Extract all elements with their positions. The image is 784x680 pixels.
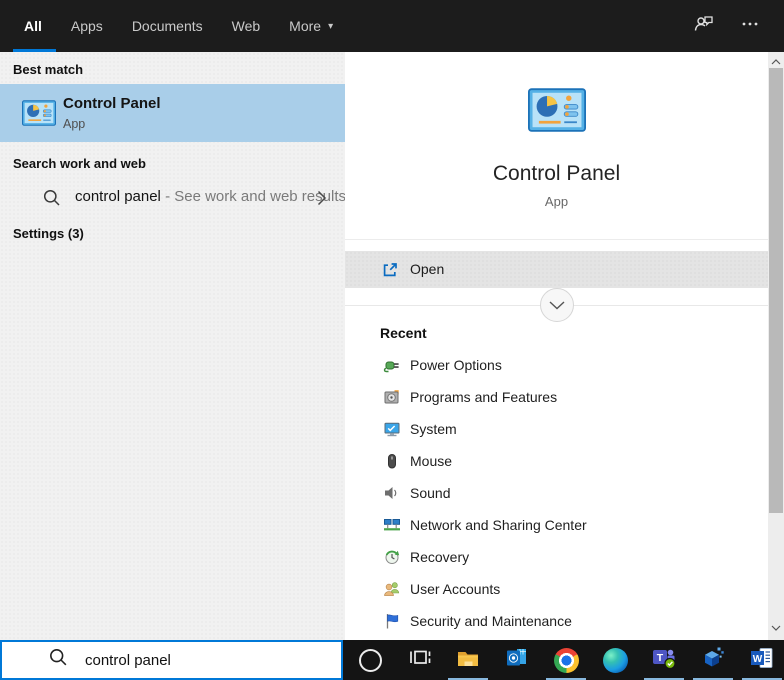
- taskbar-task-view-button[interactable]: [395, 640, 443, 680]
- file-explorer-icon: [455, 645, 481, 676]
- programs-features-icon: [383, 388, 401, 406]
- best-match-header: Best match: [13, 62, 83, 77]
- open-action[interactable]: Open: [345, 251, 768, 288]
- divider: [345, 239, 768, 240]
- tab-documents[interactable]: Documents: [132, 0, 203, 52]
- preview-panel: Control Panel App Open Recent: [345, 52, 768, 640]
- mouse-icon: [383, 452, 401, 470]
- control-panel-icon: [528, 88, 586, 137]
- taskbar: T: [343, 640, 784, 680]
- chevron-right-icon: [317, 190, 327, 211]
- control-panel-icon: [22, 100, 56, 131]
- taskbar-edge-button[interactable]: [591, 640, 639, 680]
- feedback-icon[interactable]: [692, 12, 716, 41]
- system-icon: [383, 420, 401, 438]
- search-icon: [42, 188, 62, 213]
- recent-item-network-and-sharing-center[interactable]: Network and Sharing Center: [345, 509, 768, 541]
- taskbar-outlook-button[interactable]: [493, 640, 541, 680]
- taskbar-app-cube-button[interactable]: [689, 640, 737, 680]
- recovery-icon: [383, 548, 401, 566]
- recent-item-recovery[interactable]: Recovery: [345, 541, 768, 573]
- results-panel: Best match: [0, 52, 345, 640]
- recent-item-power-options[interactable]: Power Options: [345, 349, 768, 381]
- edge-icon: [603, 648, 628, 673]
- tab-web[interactable]: Web: [232, 0, 261, 52]
- taskbar-file-explorer-button[interactable]: [444, 640, 492, 680]
- web-search-result[interactable]: control panel - See work and web results: [0, 178, 345, 218]
- web-query-text: control panel: [75, 188, 161, 205]
- best-match-subtitle: App: [63, 117, 85, 131]
- chevron-down-icon: [549, 301, 565, 310]
- open-label: Open: [410, 261, 444, 277]
- best-match-title: Control Panel: [63, 95, 161, 112]
- best-match-result-control-panel[interactable]: Control Panel App: [0, 84, 345, 142]
- settings-section-header: Settings (3): [13, 226, 84, 241]
- scrollbar-thumb[interactable]: [769, 68, 783, 513]
- more-options-icon[interactable]: [740, 14, 760, 39]
- taskbar-search-box[interactable]: [0, 640, 343, 680]
- search-filter-tabs: All Apps Documents Web More▾: [0, 0, 784, 52]
- app-cube-icon: [700, 645, 726, 676]
- recent-header: Recent: [380, 325, 427, 341]
- taskbar-area: T: [0, 640, 784, 680]
- recent-item-programs-and-features[interactable]: Programs and Features: [345, 381, 768, 413]
- taskbar-word-button[interactable]: W: [738, 640, 784, 680]
- recent-item-sound[interactable]: Sound: [345, 477, 768, 509]
- tab-apps[interactable]: Apps: [71, 0, 103, 52]
- preview-subtitle: App: [345, 194, 768, 209]
- word-icon: W: [749, 645, 775, 676]
- outlook-icon: [504, 645, 530, 676]
- windows-search-flyout: All Apps Documents Web More▾ Best match: [0, 0, 784, 680]
- svg-text:T: T: [657, 652, 664, 664]
- scrollbar[interactable]: [768, 52, 784, 640]
- user-accounts-icon: [383, 580, 401, 598]
- open-external-icon: [381, 261, 399, 284]
- sound-icon: [383, 484, 401, 502]
- search-icon: [48, 647, 69, 673]
- security-maintenance-icon: [383, 612, 401, 630]
- taskbar-chrome-button[interactable]: [542, 640, 590, 680]
- teams-icon: T: [651, 645, 677, 676]
- taskbar-cortana-button[interactable]: [346, 640, 394, 680]
- recent-list: Power Options Programs and Features: [345, 349, 768, 637]
- tab-all[interactable]: All: [24, 0, 42, 52]
- svg-text:W: W: [753, 654, 763, 665]
- recent-item-mouse[interactable]: Mouse: [345, 445, 768, 477]
- search-input[interactable]: [85, 652, 315, 669]
- task-view-icon: [407, 645, 432, 675]
- recent-item-system[interactable]: System: [345, 413, 768, 445]
- chevron-down-icon: ▾: [328, 21, 333, 32]
- scroll-down-icon[interactable]: [768, 620, 784, 636]
- web-search-header: Search work and web: [13, 156, 146, 171]
- recent-item-user-accounts[interactable]: User Accounts: [345, 573, 768, 605]
- tab-more[interactable]: More▾: [289, 0, 333, 52]
- expand-button[interactable]: [540, 288, 574, 322]
- chrome-icon: [554, 648, 579, 673]
- power-options-icon: [383, 356, 401, 374]
- recent-item-security-and-maintenance[interactable]: Security and Maintenance: [345, 605, 768, 637]
- taskbar-teams-button[interactable]: T: [640, 640, 688, 680]
- preview-title: Control Panel: [345, 162, 768, 186]
- network-sharing-icon: [383, 516, 401, 534]
- cortana-icon: [359, 649, 382, 672]
